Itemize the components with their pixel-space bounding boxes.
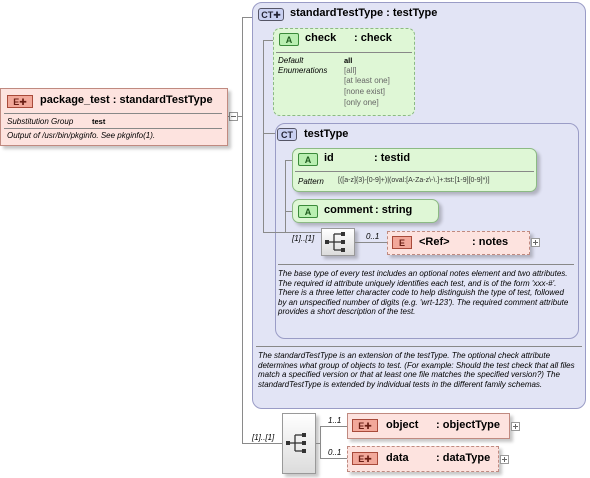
check-divider [276,52,412,53]
root-element-title: package_test : standardTestType [40,94,213,106]
expand-object-icon[interactable] [511,422,520,431]
notes-ref-type: : notes [472,236,509,248]
substitution-group-label: Substitution Group [7,117,74,126]
check-attribute-name: check [305,32,337,44]
root-documentation: Output of /usr/bin/pkginfo. See pkginfo(… [7,131,156,140]
collapse-toggle-root[interactable] [229,112,238,121]
element-tag-icon: E✚ [352,452,378,465]
test-type-title: testType [304,128,349,140]
connector-to-outer-seq [242,443,282,444]
element-tag-icon: E✚ [352,419,378,432]
pattern-value: [([a-z]{3}-[0-9]+)|(oval:[A-Za-z\-\.]+:t… [338,177,490,184]
default-label: Default [278,56,304,65]
connector-spine [242,17,243,444]
comment-attribute-type: : string [375,204,413,216]
connector-outer-from-seq [316,443,320,444]
standard-type-doc-divider [256,346,582,347]
standard-type-documentation: The standardTestType is an extension of … [258,351,575,389]
sequence-icon [325,232,345,252]
notes-cardinality: 0..1 [366,232,380,241]
attribute-tag-icon: A [298,205,318,218]
inner-sequence-compositor[interactable] [321,228,355,256]
connector-inner-spine [263,40,264,232]
inner-seq-cardinality: [1]..[1] [292,234,315,243]
object-element-name: object [386,419,419,431]
connector-test-type-spine [285,160,286,232]
connector-to-notes [355,242,387,243]
id-attribute-name: id [324,152,334,164]
default-value: all [344,56,353,65]
connector-to-inner-seq [263,232,321,233]
attribute-tag-icon: A [298,153,318,166]
connector-to-data [320,458,347,459]
element-tag-icon: E [392,236,412,249]
connector-to-object [320,426,347,427]
root-divider-2 [4,128,222,129]
attribute-tag-icon: A [279,33,299,46]
notes-ref-name: <Ref> [419,236,450,248]
id-attribute-type: : testid [374,152,411,164]
object-cardinality: 1..1 [328,416,342,425]
object-element-type: : objectType [436,419,500,431]
data-element-type: : dataType [436,452,491,464]
test-type-documentation: The base type of every test includes an … [278,269,569,317]
complex-type-tag-icon: CT [277,128,297,141]
connector-to-id [285,160,292,161]
connector-to-check [263,40,273,41]
enumeration-all: [all] [344,66,357,75]
test-type-doc-divider [278,264,574,265]
check-attribute-type: : check [354,32,392,44]
enumeration-none-exist: [none exist] [344,87,385,96]
outer-sequence-compositor[interactable] [282,413,316,474]
standard-test-type-title: standardTestType : testType [290,7,438,19]
comment-attribute-name: comment [324,204,373,216]
data-cardinality: 0..1 [328,448,342,457]
connector-outer-spine [320,426,321,459]
expand-notes-icon[interactable] [531,238,540,247]
enumerations-label: Enumerations [278,66,328,75]
expand-data-icon[interactable] [500,455,509,464]
pattern-label: Pattern [298,177,324,186]
outer-seq-cardinality: [1]..[1] [252,433,275,442]
sequence-icon [286,433,306,453]
complex-type-tag-icon: CT✚ [258,8,284,21]
substitution-group-value: test [92,117,106,126]
enumeration-at-least-one: [at least one] [344,76,390,85]
enumeration-only-one: [only one] [344,98,379,107]
data-element-name: data [386,452,409,464]
element-tag-icon: E✚ [7,95,33,108]
connector-to-test-type [263,133,275,134]
id-divider [295,171,534,172]
connector-to-comment [285,211,292,212]
connector-to-standard-type [242,17,252,18]
root-divider [4,113,222,114]
